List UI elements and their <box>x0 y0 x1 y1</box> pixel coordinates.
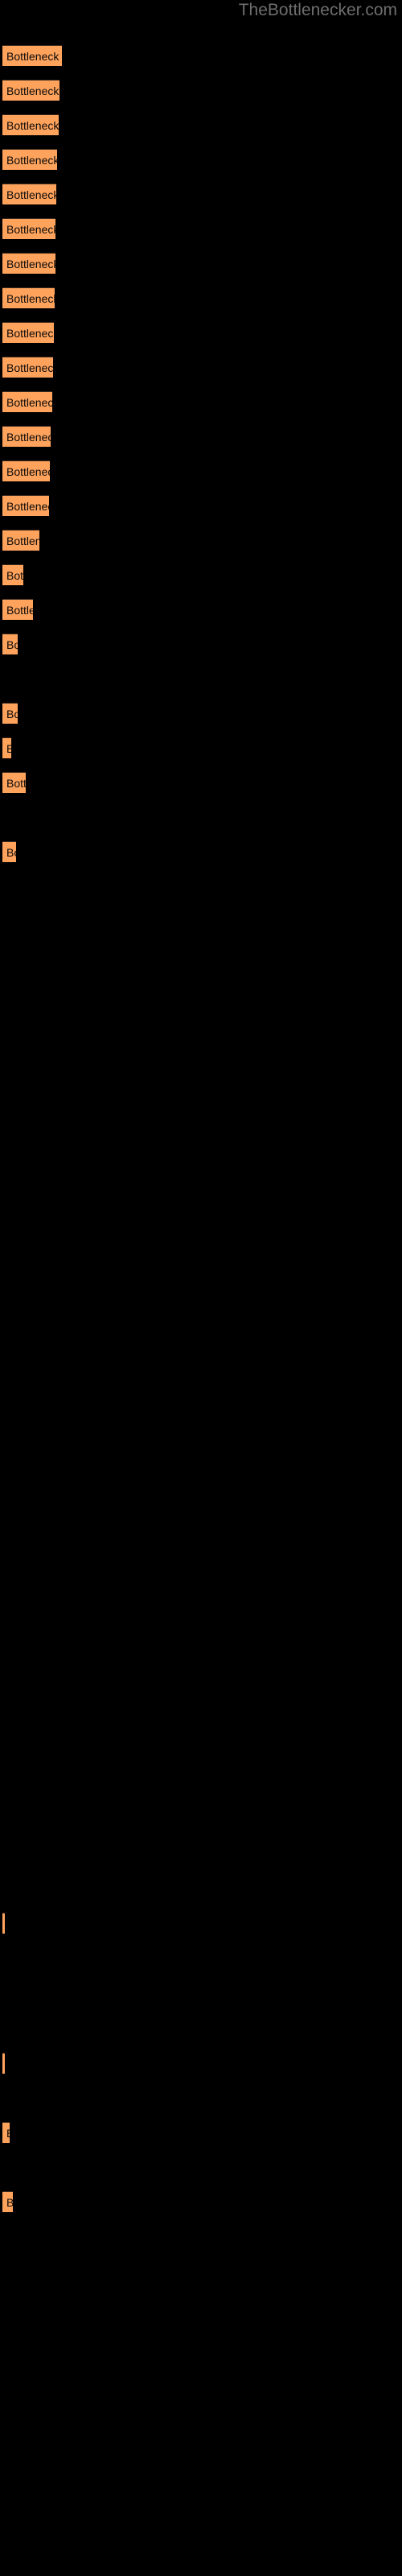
bottleneck-bar-chart: TheBottlenecker.com Bottleneck resultBot… <box>0 0 402 2576</box>
bar-row: Bottleneck result <box>0 149 402 170</box>
bar-value-label: Bottleneck result <box>6 119 59 132</box>
bar-bottleneck-result: Bottleneck result <box>2 2191 13 2212</box>
bar-value-label: Bottleneck result <box>6 327 54 340</box>
bar-row: Bottleneck result <box>0 460 402 481</box>
bar-row: Bottleneck result <box>0 2122 402 2143</box>
bar-value-label: Bottleneck result <box>6 604 33 617</box>
bar-row: Bottleneck result <box>0 703 402 724</box>
bar-bottleneck-result: Bottleneck result <box>2 426 51 447</box>
bar-value-label: Bottleneck result <box>6 638 18 651</box>
bar-bottleneck-result: Bottleneck result <box>2 737 11 758</box>
bar-bottleneck-result: Bottleneck result <box>2 184 56 204</box>
bar-value-label: Bottleneck result <box>6 500 49 513</box>
bar-bottleneck-result: Bottleneck result <box>2 530 39 551</box>
bar-value-label: Bottleneck result <box>6 535 39 547</box>
bar-bottleneck-result: Bottleneck result <box>2 564 23 585</box>
bar-row: Bottleneck result <box>0 495 402 516</box>
bar-value-label: Bottleneck result <box>6 465 50 478</box>
bar-bottleneck-result: Bottleneck result <box>2 2122 10 2143</box>
bar-row: Bottleneck result <box>0 184 402 204</box>
bar-value-label: Bottleneck result <box>6 361 53 374</box>
bar-value-label: Bottleneck result <box>6 708 18 720</box>
bar-value-label: Bottleneck result <box>6 569 23 582</box>
bar-row: Bottleneck result <box>0 357 402 378</box>
bar-value-label: Bottleneck result <box>6 777 26 790</box>
bar-bottleneck-result: Bottleneck result <box>2 599 33 620</box>
bar-row: Bottleneck result <box>0 841 402 862</box>
bar-bottleneck-result: Bottleneck result <box>2 218 55 239</box>
plot-area: Bottleneck result Bottleneck result Bottle… <box>0 0 402 2576</box>
bar-bottleneck-result: Bottleneck result <box>2 114 59 135</box>
bar-row: Bottleneck result <box>0 2053 402 2074</box>
bar-row: Bottleneck result <box>0 80 402 101</box>
bar-bottleneck-result: Bottleneck result <box>2 391 52 412</box>
bar-value-label: Bottleneck result <box>6 154 57 167</box>
bar-value-label: Bottleneck result <box>6 2192 13 2212</box>
bar-bottleneck-result: Bottleneck result <box>2 253 55 274</box>
bar-value-label: Bottleneck result <box>6 738 11 758</box>
bar-value-label: Bottleneck result <box>6 431 51 444</box>
bar-value-label: Bottleneck result <box>6 50 62 63</box>
bar-row: Bottleneck result <box>0 564 402 585</box>
bar-row: Bottleneck result <box>0 737 402 758</box>
bar-row: Bottleneck result <box>0 530 402 551</box>
bar-row: Bottleneck result <box>0 599 402 620</box>
bar-row: Bottleneck result <box>0 45 402 66</box>
bar-value-label: Bottleneck result <box>6 846 16 859</box>
bar-bottleneck-result: Bottleneck result <box>2 80 59 101</box>
bar-bottleneck-result: Bottleneck result <box>2 772 26 793</box>
bar-row: Bottleneck result <box>0 772 402 793</box>
bar-row: Bottleneck result <box>0 426 402 447</box>
bar-bottleneck-result: Bottleneck result <box>2 287 55 308</box>
bar-bottleneck-result: Bottleneck result <box>2 357 53 378</box>
bar-row: Bottleneck result <box>0 218 402 239</box>
bar-bottleneck-result: Bottleneck result <box>2 2053 5 2074</box>
bar-bottleneck-result: Bottleneck result <box>2 495 49 516</box>
bar-value-label: Bottleneck result <box>6 396 52 409</box>
bar-bottleneck-result: Bottleneck result <box>2 149 57 170</box>
bar-row: Bottleneck result <box>0 2191 402 2212</box>
bar-value-label: Bottleneck result <box>6 2123 10 2143</box>
bar-bottleneck-result: Bottleneck result <box>2 45 62 66</box>
bar-value-label: Bottleneck result <box>6 85 59 97</box>
bar-value-label: Bottleneck result <box>6 188 56 201</box>
bar-bottleneck-result: Bottleneck result <box>2 460 50 481</box>
bar-bottleneck-result: Bottleneck result <box>2 703 18 724</box>
bar-row: Bottleneck result <box>0 634 402 654</box>
bar-row: Bottleneck result <box>0 114 402 135</box>
bar-bottleneck-result: Bottleneck result <box>2 1913 5 1934</box>
bar-value-label: Bottleneck result <box>6 223 55 236</box>
bar-value-label: Bottleneck result <box>6 292 55 305</box>
bar-bottleneck-result: Bottleneck result <box>2 322 54 343</box>
bar-bottleneck-result: Bottleneck result <box>2 841 16 862</box>
bar-row: Bottleneck result <box>0 1913 402 1934</box>
bar-row: Bottleneck result <box>0 322 402 343</box>
bar-row: Bottleneck result <box>0 391 402 412</box>
bar-row: Bottleneck result <box>0 287 402 308</box>
bar-bottleneck-result: Bottleneck result <box>2 634 18 654</box>
bar-value-label: Bottleneck result <box>6 258 55 270</box>
bar-row: Bottleneck result <box>0 253 402 274</box>
